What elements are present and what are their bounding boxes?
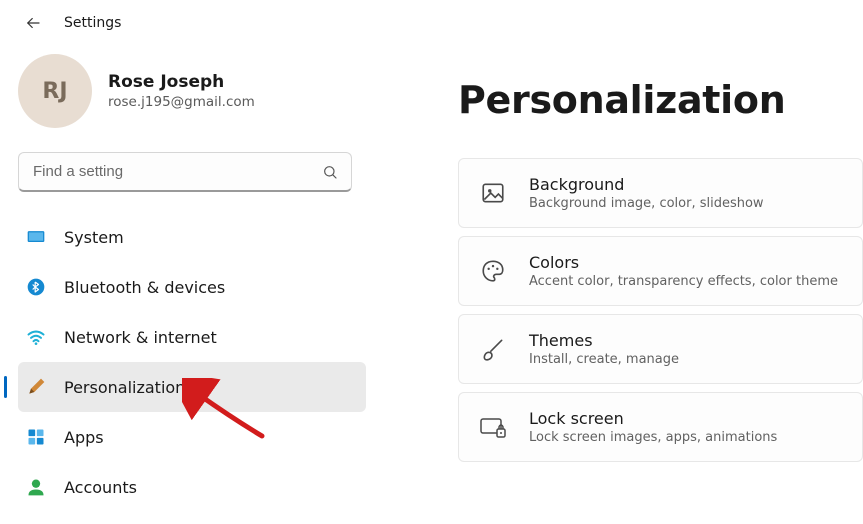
system-icon	[26, 227, 46, 247]
profile-email: rose.j195@gmail.com	[108, 94, 255, 110]
card-lockscreen[interactable]: Lock screen Lock screen images, apps, an…	[458, 392, 863, 462]
sidebar-item-system[interactable]: System	[18, 212, 366, 262]
profile-block[interactable]: RJ Rose Joseph rose.j195@gmail.com	[18, 54, 370, 128]
sidebar-item-accounts[interactable]: Accounts	[18, 462, 366, 512]
arrow-left-icon	[24, 14, 42, 32]
card-title: Themes	[529, 331, 679, 350]
sidebar-item-label: Network & internet	[64, 328, 217, 347]
palette-icon	[479, 257, 507, 285]
profile-name: Rose Joseph	[108, 72, 255, 92]
sidebar-item-bluetooth[interactable]: Bluetooth & devices	[18, 262, 366, 312]
bluetooth-icon	[26, 277, 46, 297]
card-title: Background	[529, 175, 764, 194]
card-colors[interactable]: Colors Accent color, transparency effect…	[458, 236, 863, 306]
card-desc: Install, create, manage	[529, 352, 679, 367]
card-desc: Accent color, transparency effects, colo…	[529, 274, 838, 289]
sidebar-item-label: System	[64, 228, 124, 247]
sidebar-item-label: Accounts	[64, 478, 137, 497]
search-icon	[322, 164, 338, 180]
sidebar-item-apps[interactable]: Apps	[18, 412, 366, 462]
avatar: RJ	[18, 54, 92, 128]
card-desc: Lock screen images, apps, animations	[529, 430, 777, 445]
back-button[interactable]	[22, 12, 44, 34]
card-background[interactable]: Background Background image, color, slid…	[458, 158, 863, 228]
sidebar-item-personalization[interactable]: Personalization	[18, 362, 366, 412]
personalization-icon	[26, 377, 46, 397]
brush-icon	[479, 335, 507, 363]
sidebar-item-network[interactable]: Network & internet	[18, 312, 366, 362]
card-themes[interactable]: Themes Install, create, manage	[458, 314, 863, 384]
search-input[interactable]	[18, 152, 352, 192]
accounts-icon	[26, 477, 46, 497]
card-desc: Background image, color, slideshow	[529, 196, 764, 211]
page-title: Personalization	[458, 78, 863, 122]
card-title: Lock screen	[529, 409, 777, 428]
sidebar-item-label: Apps	[64, 428, 104, 447]
sidebar-nav: System Bluetooth & devices Network & int…	[18, 212, 370, 512]
network-icon	[26, 327, 46, 347]
sidebar-item-label: Bluetooth & devices	[64, 278, 225, 297]
sidebar-item-label: Personalization	[64, 378, 185, 397]
apps-icon	[26, 427, 46, 447]
lockscreen-icon	[479, 413, 507, 441]
image-icon	[479, 179, 507, 207]
app-title: Settings	[64, 15, 121, 31]
card-title: Colors	[529, 253, 838, 272]
